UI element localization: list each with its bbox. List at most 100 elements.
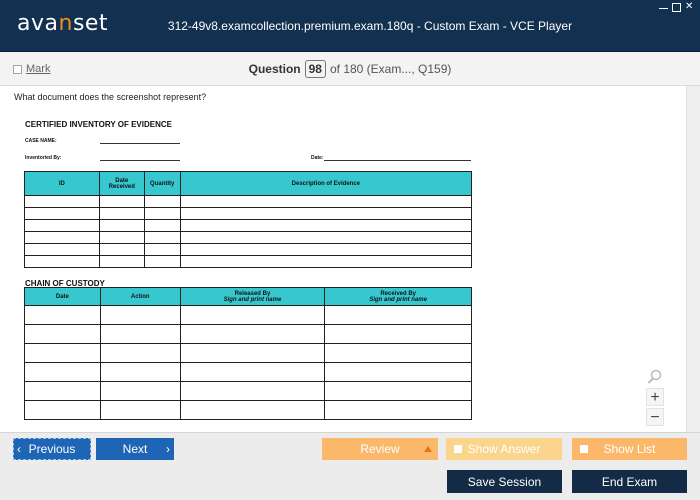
inventory-row bbox=[24, 243, 473, 256]
custody-row bbox=[24, 381, 472, 401]
custody-cell bbox=[324, 400, 472, 420]
inventory-cell bbox=[98, 207, 145, 220]
checkbox-icon bbox=[580, 445, 588, 453]
inventory-row bbox=[24, 219, 473, 232]
question-text: What document does the screenshot repres… bbox=[14, 92, 207, 102]
question-header: Mark Question 98 of 180 (Exam..., Q159) bbox=[0, 52, 700, 86]
bottom-toolbar: ‹ Previous Next › Review Show Answer Sho… bbox=[0, 432, 700, 500]
inventory-row bbox=[24, 195, 473, 208]
inventory-cell bbox=[24, 243, 100, 256]
custody-header-cell: Date bbox=[24, 287, 101, 306]
end-exam-label: End Exam bbox=[601, 474, 658, 489]
show-list-button[interactable]: Show List bbox=[572, 438, 687, 460]
custody-cell bbox=[99, 381, 181, 401]
custody-cell bbox=[99, 400, 181, 420]
inventory-cell bbox=[179, 231, 473, 244]
window-title: 312-49v8.examcollection.premium.exam.180… bbox=[167, 19, 573, 33]
custody-cell bbox=[24, 400, 101, 420]
custody-cell bbox=[24, 362, 101, 382]
show-answer-button[interactable]: Show Answer bbox=[446, 438, 562, 460]
zoom-controls: + − bbox=[646, 368, 664, 426]
custody-cell bbox=[179, 324, 326, 344]
previous-button[interactable]: ‹ Previous bbox=[13, 438, 91, 460]
custody-cell bbox=[24, 324, 101, 344]
title-bar: avanset 312-49v8.examcollection.premium.… bbox=[0, 0, 700, 52]
inventory-cell bbox=[143, 255, 181, 268]
inventory-cell bbox=[179, 219, 473, 232]
review-label: Review bbox=[360, 442, 400, 456]
inventoried-by-line bbox=[100, 160, 180, 161]
minimize-icon[interactable] bbox=[659, 3, 668, 9]
custody-row bbox=[24, 400, 472, 420]
custody-cell bbox=[179, 343, 326, 363]
inventory-cell bbox=[143, 231, 181, 244]
inventory-row bbox=[24, 255, 473, 268]
question-count: of 180 (Exam..., Q159) bbox=[329, 62, 452, 76]
inventory-cell bbox=[98, 231, 145, 244]
save-session-button[interactable]: Save Session bbox=[447, 470, 562, 493]
date-label: Date: bbox=[311, 155, 324, 161]
next-label: Next bbox=[122, 442, 148, 456]
review-button[interactable]: Review bbox=[322, 438, 438, 460]
inventory-row bbox=[24, 231, 473, 244]
custody-header-cell: Released By Sign and print name bbox=[179, 287, 326, 306]
inventory-cell bbox=[98, 195, 145, 208]
inventory-cell bbox=[24, 231, 100, 244]
magnifier-icon[interactable] bbox=[646, 368, 664, 386]
custody-cell bbox=[324, 305, 472, 325]
custody-cell bbox=[179, 381, 326, 401]
triangle-up-icon bbox=[424, 446, 432, 452]
minus-icon[interactable]: − bbox=[646, 408, 664, 426]
inventory-cell bbox=[179, 207, 473, 220]
question-navigator: Question 98 of 180 (Exam..., Q159) bbox=[0, 60, 700, 78]
custody-cell bbox=[324, 381, 472, 401]
custody-cell bbox=[324, 343, 472, 363]
checkbox-icon bbox=[454, 445, 462, 453]
show-list-label: Show List bbox=[603, 442, 656, 456]
custody-cell bbox=[24, 305, 101, 325]
question-content: What document does the screenshot repres… bbox=[0, 86, 686, 432]
inventory-cell bbox=[98, 255, 145, 268]
inventory-cell bbox=[24, 195, 100, 208]
next-button[interactable]: Next › bbox=[96, 438, 174, 460]
inventory-cell bbox=[98, 219, 145, 232]
question-number-input[interactable]: 98 bbox=[304, 60, 326, 78]
plus-icon[interactable]: + bbox=[646, 388, 664, 406]
inventory-cell bbox=[98, 243, 145, 256]
custody-cell bbox=[99, 305, 181, 325]
show-answer-label: Show Answer bbox=[467, 442, 541, 456]
inventory-cell bbox=[143, 243, 181, 256]
custody-header-cell: Received By Sign and print name bbox=[324, 287, 472, 306]
inventory-cell bbox=[179, 195, 473, 208]
maximize-icon[interactable] bbox=[672, 3, 681, 12]
chevron-right-icon: › bbox=[166, 442, 170, 456]
inventoried-by-label: Inventoried By: bbox=[25, 155, 62, 161]
inventory-cell bbox=[179, 255, 473, 268]
inventory-row bbox=[24, 207, 473, 220]
custody-cell bbox=[324, 324, 472, 344]
close-icon[interactable]: ✕ bbox=[685, 2, 694, 12]
custody-cell bbox=[99, 324, 181, 344]
custody-cell bbox=[24, 343, 101, 363]
custody-row bbox=[24, 343, 472, 363]
inventory-cell bbox=[24, 207, 100, 220]
chevron-left-icon: ‹ bbox=[17, 442, 21, 456]
date-line bbox=[324, 160, 471, 161]
custody-header-cell: Action bbox=[99, 287, 181, 306]
inventory-cell bbox=[24, 255, 100, 268]
custody-cell bbox=[324, 362, 472, 382]
custody-row bbox=[24, 362, 472, 382]
inventory-header-cell: Date Received bbox=[98, 171, 145, 196]
case-name-label: CASE NAME: bbox=[25, 138, 57, 144]
custody-cell bbox=[99, 343, 181, 363]
document-title: CERTIFIED INVENTORY OF EVIDENCE bbox=[25, 120, 172, 129]
window-controls: ✕ bbox=[659, 2, 694, 12]
save-session-label: Save Session bbox=[467, 474, 542, 489]
custody-cell bbox=[179, 362, 326, 382]
custody-row bbox=[24, 324, 472, 344]
custody-row bbox=[24, 305, 472, 325]
inventory-cell bbox=[179, 243, 473, 256]
vertical-scrollbar[interactable] bbox=[686, 86, 700, 432]
end-exam-button[interactable]: End Exam bbox=[572, 470, 687, 493]
custody-cell bbox=[99, 362, 181, 382]
